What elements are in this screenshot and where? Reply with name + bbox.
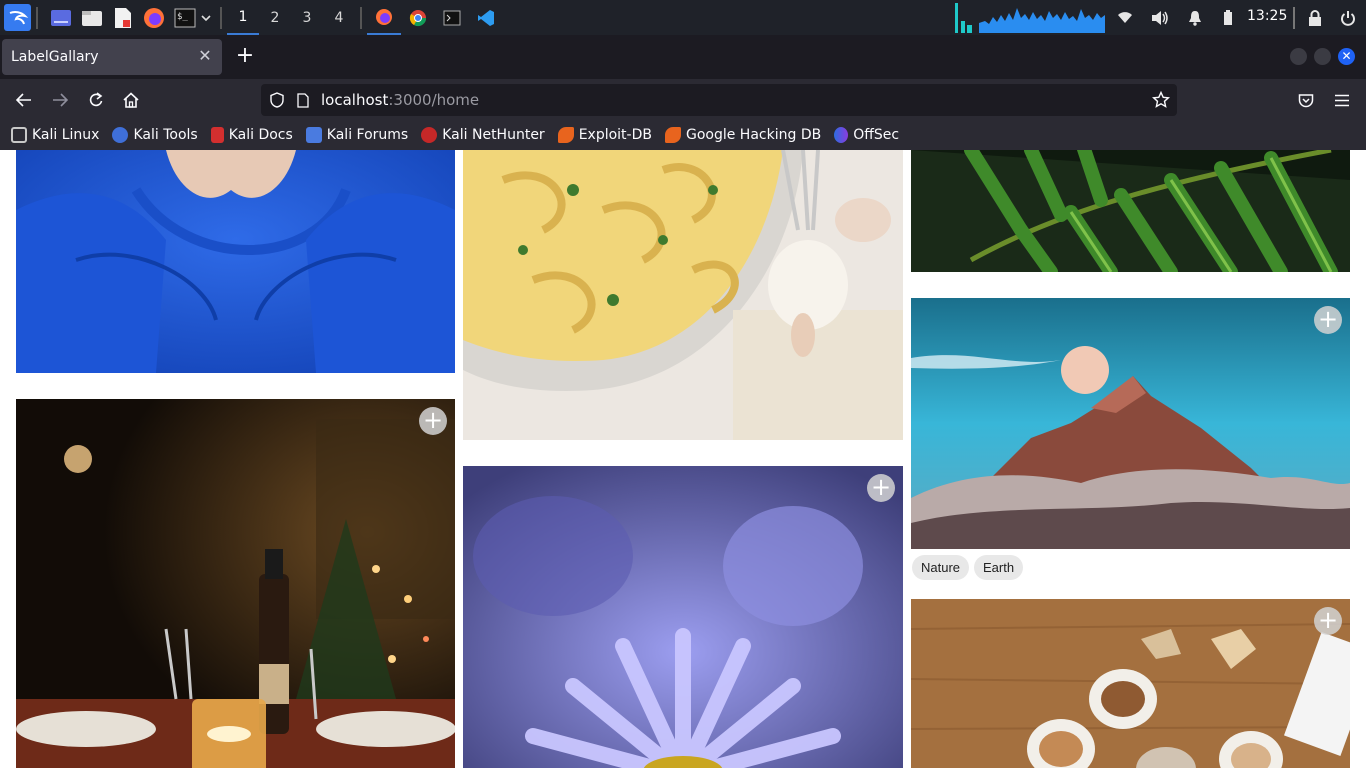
workspace-desktop-icon[interactable] — [47, 4, 74, 31]
workspace-2[interactable]: 2 — [259, 0, 291, 35]
bookmark-google-hacking-db[interactable]: Google Hacking DB — [664, 127, 822, 143]
bookmark-label: Kali Linux — [32, 127, 100, 143]
firefox-window-icon[interactable] — [367, 0, 401, 35]
workspace-4[interactable]: 4 — [323, 0, 355, 35]
bookmark-exploit-db[interactable]: Exploit-DB — [557, 127, 652, 143]
palm-leaf-photo — [911, 150, 1350, 272]
kali-docs-icon — [210, 127, 224, 143]
taskbar-separator — [360, 6, 362, 29]
chevron-down-icon[interactable] — [199, 4, 213, 31]
add-label-button[interactable]: + — [867, 474, 895, 502]
url-host: localhost — [321, 91, 389, 109]
text-editor-icon[interactable] — [109, 4, 136, 31]
bookmarks-toolbar: Kali Linux Kali Tools Kali Docs Kali For… — [0, 120, 1366, 150]
clock[interactable]: 13:25 — [1247, 8, 1287, 24]
browser-tab[interactable]: LabelGallary ✕ — [2, 39, 222, 75]
kali-forums-icon — [305, 127, 322, 143]
svg-text:$_: $_ — [177, 12, 188, 22]
bookmark-kali-forums[interactable]: Kali Forums — [305, 127, 409, 143]
terminal-window-icon[interactable] — [435, 0, 469, 35]
hamburger-menu-icon[interactable] — [1329, 87, 1355, 113]
gallery-card-coffee-table[interactable]: + — [911, 599, 1350, 768]
vscode-window-icon[interactable] — [469, 0, 503, 35]
new-tab-button[interactable]: + — [233, 44, 257, 68]
reload-button[interactable] — [83, 87, 109, 113]
lock-icon[interactable] — [1305, 0, 1325, 35]
bookmark-kali-nethunter[interactable]: Kali NetHunter — [421, 127, 545, 143]
file-manager-icon[interactable] — [78, 4, 105, 31]
mountain-moon-photo — [911, 298, 1350, 549]
bookmark-label: OffSec — [853, 127, 900, 143]
pasta-photo — [463, 150, 903, 440]
bookmark-offsec[interactable]: OffSec — [834, 127, 899, 143]
network-icon[interactable] — [1114, 0, 1136, 35]
workspace-1[interactable]: 1 — [227, 0, 259, 35]
workspace-3[interactable]: 3 — [291, 0, 323, 35]
firefox-icon[interactable] — [140, 4, 167, 31]
gallery-card-blue-sweatshirt[interactable] — [16, 150, 455, 373]
bookmark-star-icon[interactable] — [1152, 91, 1170, 109]
system-taskbar: $_ 1 2 3 4 13:25 — [0, 0, 1366, 35]
gallery-card-palm-leaf[interactable] — [911, 150, 1350, 272]
nethunter-icon — [421, 127, 438, 143]
terminal-icon[interactable]: $_ — [171, 4, 198, 31]
tag-earth[interactable]: Earth — [974, 555, 1024, 580]
power-icon[interactable] — [1337, 0, 1359, 35]
notification-bell-icon[interactable] — [1185, 0, 1205, 35]
gallery-card-mountain-moon[interactable]: + — [911, 298, 1350, 549]
shield-icon[interactable] — [270, 92, 288, 108]
coffee-table-photo — [911, 599, 1350, 768]
bookmark-label: Kali Forums — [326, 127, 409, 143]
offsec-icon — [834, 127, 849, 143]
bookmark-kali-linux[interactable]: Kali Linux — [11, 127, 99, 143]
tag-nature[interactable]: Nature — [912, 555, 970, 580]
chrome-window-icon[interactable] — [401, 0, 435, 35]
forward-button[interactable] — [47, 87, 73, 113]
add-label-button[interactable]: + — [1314, 306, 1342, 334]
ghdb-icon — [664, 127, 681, 143]
gallery-card-dinner-table[interactable]: + — [16, 399, 455, 768]
bookmark-kali-tools[interactable]: Kali Tools — [112, 127, 198, 143]
browser-nav-bar: localhost:3000/home — [0, 79, 1366, 120]
close-window-button[interactable]: ✕ — [1338, 48, 1355, 65]
bookmark-label: Kali Tools — [133, 127, 198, 143]
pocket-icon[interactable] — [1293, 87, 1319, 113]
bookmark-label: Kali NetHunter — [442, 127, 545, 143]
home-button[interactable] — [118, 87, 144, 113]
tab-title: LabelGallary — [11, 49, 99, 65]
minimize-window-button[interactable] — [1290, 48, 1307, 65]
purple-flower-photo — [463, 466, 903, 768]
tab-close-icon[interactable]: ✕ — [196, 47, 214, 65]
bookmark-label: Exploit-DB — [578, 127, 652, 143]
kali-dragon-icon — [11, 127, 27, 143]
url-path: :3000/home — [388, 91, 480, 109]
battery-icon — [1219, 0, 1237, 35]
maximize-window-button[interactable] — [1314, 48, 1331, 65]
add-label-button[interactable]: + — [1314, 607, 1342, 635]
url-text[interactable]: localhost:3000/home — [321, 91, 479, 109]
bookmark-label: Google Hacking DB — [685, 127, 822, 143]
bookmark-label: Kali Docs — [228, 127, 293, 143]
bookmark-kali-docs[interactable]: Kali Docs — [210, 127, 293, 143]
kali-menu-icon[interactable] — [4, 4, 31, 31]
gallery-card-pasta[interactable] — [463, 150, 903, 440]
kali-tools-icon — [112, 127, 129, 143]
gallery-page: + + + Nature Earth + — [0, 150, 1366, 768]
taskbar-separator — [36, 6, 38, 29]
exploit-db-icon — [557, 127, 574, 143]
page-icon — [297, 92, 311, 108]
back-button[interactable] — [11, 87, 37, 113]
dinner-table-photo — [16, 399, 455, 768]
taskbar-separator — [1293, 0, 1295, 35]
blue-sweatshirt-photo — [16, 150, 455, 373]
taskbar-separator — [220, 6, 222, 29]
cpu-usage-graph — [955, 3, 1105, 33]
volume-icon[interactable] — [1149, 0, 1171, 35]
gallery-card-purple-flower[interactable]: + — [463, 466, 903, 768]
address-bar[interactable]: localhost:3000/home — [261, 84, 1177, 116]
add-label-button[interactable]: + — [419, 407, 447, 435]
browser-tab-strip: LabelGallary ✕ — [0, 35, 1366, 79]
